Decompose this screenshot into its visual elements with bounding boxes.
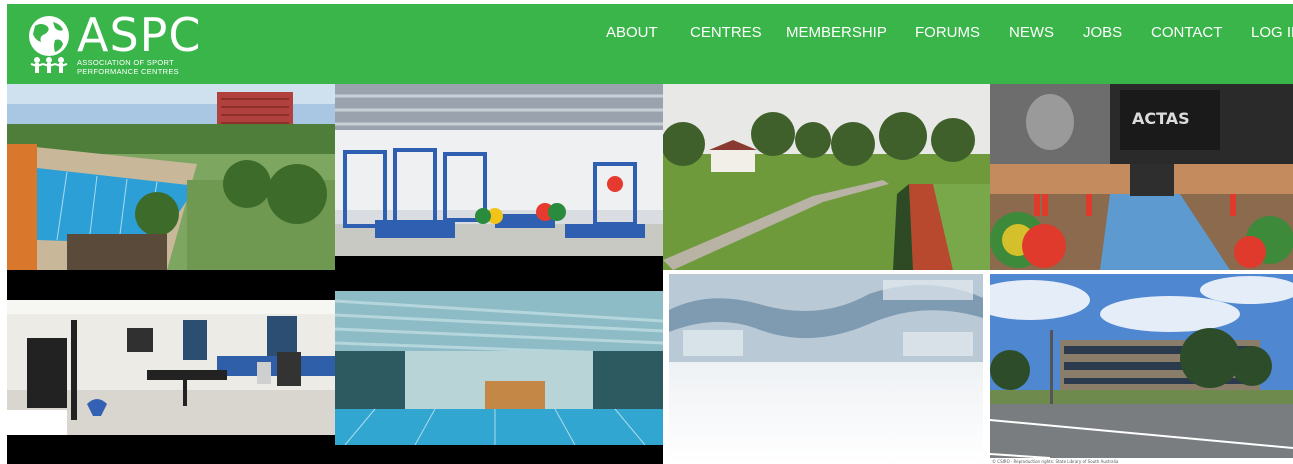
- nav-membership[interactable]: MEMBERSHIP: [786, 24, 887, 41]
- tagline-line-2: PERFORMANCE CENTRES: [77, 67, 179, 76]
- actas-gym-image: ACTAS: [990, 84, 1293, 270]
- photo-weight-room[interactable]: [335, 84, 663, 256]
- photo-lab-room[interactable]: [7, 300, 335, 435]
- nav-about[interactable]: ABOUT: [606, 24, 658, 41]
- outdoor-pool-image: [7, 84, 335, 270]
- nav-centres[interactable]: CENTRES: [690, 24, 762, 41]
- gallery-gap: [7, 435, 335, 464]
- aspc-logo[interactable]: ASPC ASSOCIATION OF SPORT PERFORMANCE CE…: [25, 10, 201, 80]
- brand-tagline: ASSOCIATION OF SPORT PERFORMANCE CENTRES: [77, 58, 179, 76]
- gallery-gap: [335, 445, 663, 464]
- brand-name: ASPC: [77, 8, 202, 62]
- nav-forums[interactable]: FORUMS: [915, 24, 980, 41]
- gallery-gap: [335, 256, 663, 291]
- photo-outdoor-track[interactable]: [663, 84, 990, 270]
- lab-room-image: [7, 300, 335, 435]
- tagline-line-1: ASSOCIATION OF SPORT: [77, 58, 174, 67]
- nav-login[interactable]: LOG IN: [1251, 24, 1293, 41]
- aerial-map-image: [663, 270, 990, 464]
- photo-actas-gym[interactable]: ACTAS: [990, 84, 1293, 270]
- globe-people-icon: [29, 16, 69, 73]
- outdoor-track-image: [663, 84, 990, 270]
- gym-sign-text: ACTAS: [1132, 109, 1190, 128]
- photo-outdoor-pool[interactable]: [7, 84, 335, 270]
- site-header: ASPC ASSOCIATION OF SPORT PERFORMANCE CE…: [7, 4, 1293, 84]
- photo-aerial-map[interactable]: [663, 270, 990, 464]
- nav-contact[interactable]: CONTACT: [1151, 24, 1222, 41]
- map-caption: © CSIRO · Reproduction rights: State Lib…: [992, 459, 1119, 464]
- building-exterior-image: © CSIRO · Reproduction rights: State Lib…: [990, 270, 1293, 464]
- nav-news[interactable]: NEWS: [1009, 24, 1054, 41]
- nav-jobs[interactable]: JOBS: [1083, 24, 1122, 41]
- gallery-gap: [7, 270, 335, 300]
- photo-building-exterior[interactable]: © CSIRO · Reproduction rights: State Lib…: [990, 270, 1293, 464]
- photo-indoor-pool[interactable]: [335, 291, 663, 445]
- indoor-pool-image: [335, 291, 663, 445]
- weight-room-image: [335, 84, 663, 256]
